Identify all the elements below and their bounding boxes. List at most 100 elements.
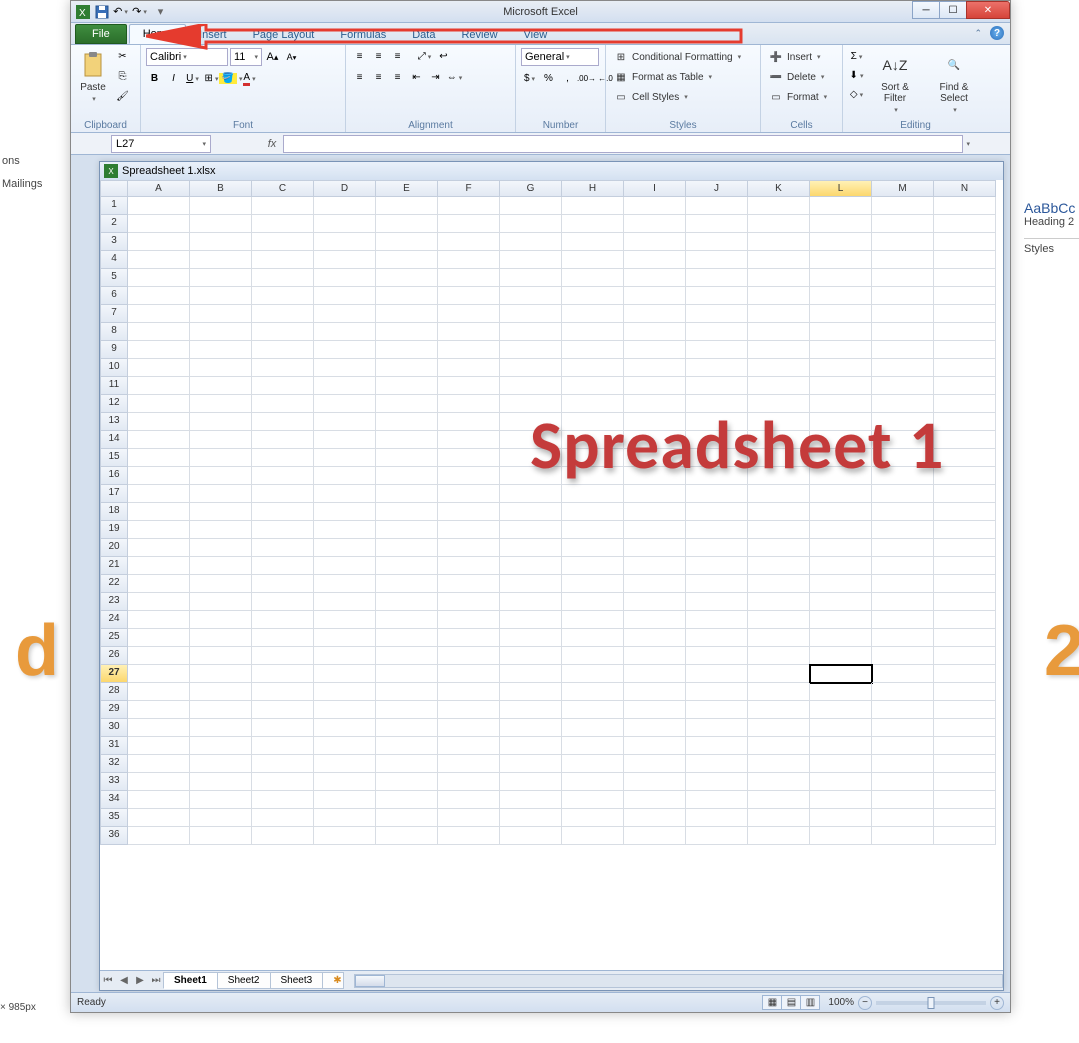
cell-L3[interactable] [810, 233, 872, 251]
cell-L19[interactable] [810, 521, 872, 539]
cell-L7[interactable] [810, 305, 872, 323]
cut-icon[interactable]: ✂ [114, 48, 131, 65]
cell-A16[interactable] [128, 467, 190, 485]
save-icon[interactable] [94, 4, 109, 19]
align-top-icon[interactable]: ≡ [351, 48, 368, 65]
cell-N9[interactable] [934, 341, 996, 359]
cell-J7[interactable] [686, 305, 748, 323]
cell-K3[interactable] [748, 233, 810, 251]
cell-H5[interactable] [562, 269, 624, 287]
align-right-icon[interactable]: ≡ [389, 69, 406, 86]
cell-A23[interactable] [128, 593, 190, 611]
cell-C36[interactable] [252, 827, 314, 845]
cell-B27[interactable] [190, 665, 252, 683]
cell-I5[interactable] [624, 269, 686, 287]
cell-B25[interactable] [190, 629, 252, 647]
cell-H36[interactable] [562, 827, 624, 845]
cell-K13[interactable] [748, 413, 810, 431]
sheet-tab-2[interactable]: Sheet2 [217, 972, 271, 989]
cell-F26[interactable] [438, 647, 500, 665]
number-format-select[interactable]: General▾ [521, 48, 599, 66]
cell-G14[interactable] [500, 431, 562, 449]
cell-J35[interactable] [686, 809, 748, 827]
cell-N21[interactable] [934, 557, 996, 575]
row-header-32[interactable]: 32 [100, 755, 128, 773]
autosum-button[interactable]: Σ▾ [848, 48, 865, 65]
cell-N14[interactable] [934, 431, 996, 449]
cell-A22[interactable] [128, 575, 190, 593]
cell-C4[interactable] [252, 251, 314, 269]
col-header-M[interactable]: M [872, 180, 934, 197]
cell-F6[interactable] [438, 287, 500, 305]
cell-E11[interactable] [376, 377, 438, 395]
cell-H15[interactable] [562, 449, 624, 467]
sheet-nav-prev[interactable]: ◀ [116, 975, 132, 986]
cell-B9[interactable] [190, 341, 252, 359]
cell-L9[interactable] [810, 341, 872, 359]
close-button[interactable]: ✕ [966, 1, 1010, 19]
cell-G35[interactable] [500, 809, 562, 827]
expand-formula-bar[interactable]: ▾ [966, 140, 970, 148]
cell-D30[interactable] [314, 719, 376, 737]
zoom-in-button[interactable]: + [990, 996, 1004, 1010]
cell-F32[interactable] [438, 755, 500, 773]
cell-C13[interactable] [252, 413, 314, 431]
cell-I17[interactable] [624, 485, 686, 503]
row-header-19[interactable]: 19 [100, 521, 128, 539]
row-header-5[interactable]: 5 [100, 269, 128, 287]
cell-D6[interactable] [314, 287, 376, 305]
cell-B15[interactable] [190, 449, 252, 467]
delete-cells-button[interactable]: ➖Delete▾ [766, 68, 826, 86]
cell-M8[interactable] [872, 323, 934, 341]
cell-E21[interactable] [376, 557, 438, 575]
col-header-A[interactable]: A [128, 180, 190, 197]
cell-N12[interactable] [934, 395, 996, 413]
cell-G23[interactable] [500, 593, 562, 611]
cell-H8[interactable] [562, 323, 624, 341]
cell-A17[interactable] [128, 485, 190, 503]
cell-G36[interactable] [500, 827, 562, 845]
cell-G17[interactable] [500, 485, 562, 503]
row-header-15[interactable]: 15 [100, 449, 128, 467]
font-color-button[interactable]: A▾ [241, 70, 258, 87]
cell-N23[interactable] [934, 593, 996, 611]
cell-E13[interactable] [376, 413, 438, 431]
cell-J3[interactable] [686, 233, 748, 251]
row-header-12[interactable]: 12 [100, 395, 128, 413]
cell-F18[interactable] [438, 503, 500, 521]
cell-C35[interactable] [252, 809, 314, 827]
cell-F22[interactable] [438, 575, 500, 593]
cell-A8[interactable] [128, 323, 190, 341]
col-header-I[interactable]: I [624, 180, 686, 197]
row-header-29[interactable]: 29 [100, 701, 128, 719]
cell-B35[interactable] [190, 809, 252, 827]
cell-J19[interactable] [686, 521, 748, 539]
cell-E3[interactable] [376, 233, 438, 251]
cell-J32[interactable] [686, 755, 748, 773]
cell-F14[interactable] [438, 431, 500, 449]
cell-E10[interactable] [376, 359, 438, 377]
col-header-B[interactable]: B [190, 180, 252, 197]
cell-I18[interactable] [624, 503, 686, 521]
cell-J23[interactable] [686, 593, 748, 611]
cell-G25[interactable] [500, 629, 562, 647]
cell-I25[interactable] [624, 629, 686, 647]
cell-B36[interactable] [190, 827, 252, 845]
cell-C32[interactable] [252, 755, 314, 773]
cell-D11[interactable] [314, 377, 376, 395]
cell-I3[interactable] [624, 233, 686, 251]
cell-A5[interactable] [128, 269, 190, 287]
cell-K4[interactable] [748, 251, 810, 269]
cell-F25[interactable] [438, 629, 500, 647]
sheet-nav-first[interactable]: ⏮ [100, 975, 116, 986]
cell-A29[interactable] [128, 701, 190, 719]
cell-E29[interactable] [376, 701, 438, 719]
cell-J24[interactable] [686, 611, 748, 629]
cell-N34[interactable] [934, 791, 996, 809]
cell-M32[interactable] [872, 755, 934, 773]
cell-C19[interactable] [252, 521, 314, 539]
cell-B17[interactable] [190, 485, 252, 503]
cell-C16[interactable] [252, 467, 314, 485]
cell-A34[interactable] [128, 791, 190, 809]
cell-F17[interactable] [438, 485, 500, 503]
